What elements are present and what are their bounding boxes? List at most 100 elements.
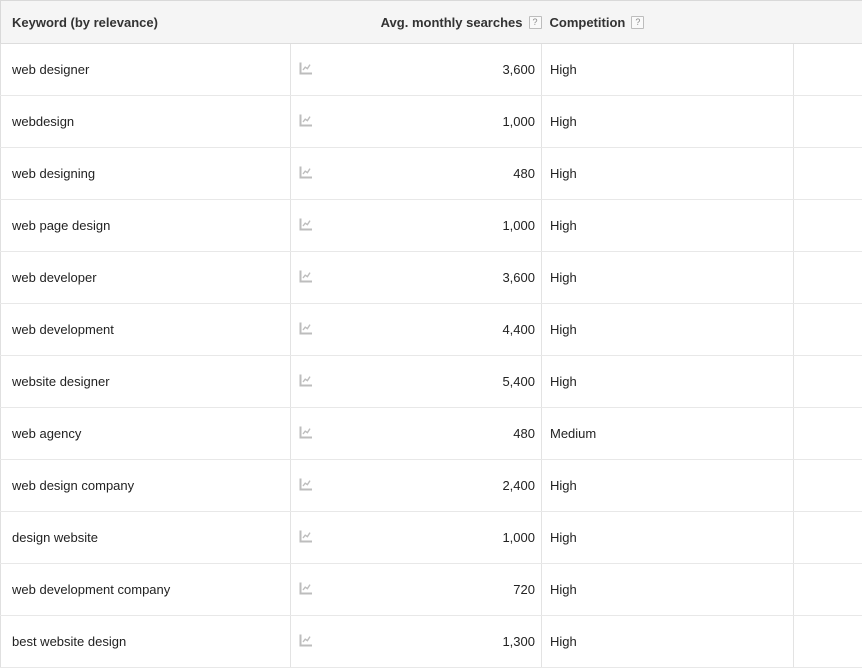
line-chart-icon[interactable] [299,582,313,595]
table-row[interactable]: web development company 720 High [0,563,862,616]
cell-actions[interactable] [793,563,862,616]
cell-actions[interactable] [793,615,862,668]
cell-trend [290,43,323,96]
table-row[interactable]: web design company 2,400 High [0,459,862,512]
competition-value: High [550,114,577,129]
cell-trend [290,615,323,668]
help-icon-competition[interactable]: ? [631,15,645,29]
cell-competition: High [541,615,794,668]
table-row[interactable]: web page design 1,000 High [0,199,862,252]
line-chart-icon[interactable] [299,62,313,75]
keyword-text: web development company [12,582,171,597]
cell-keyword[interactable]: web agency [0,407,291,460]
line-chart-icon[interactable] [299,114,313,127]
cell-keyword[interactable]: web development [0,303,291,356]
table-row[interactable]: best website design 1,300 High [0,615,862,668]
cell-competition: High [541,303,794,356]
competition-value: High [550,634,577,649]
cell-keyword[interactable]: webdesign [0,95,291,148]
cell-actions[interactable] [793,407,862,460]
cell-competition: High [541,355,794,408]
keyword-text: web developer [12,270,97,285]
avg-monthly-searches-value: 480 [513,426,535,441]
line-chart-icon[interactable] [299,270,313,283]
line-chart-icon[interactable] [299,374,313,387]
competition-value: Medium [550,426,597,441]
cell-trend [290,355,323,408]
competition-value: High [550,62,577,77]
column-header-competition[interactable]: Competition ? [541,0,794,44]
cell-actions[interactable] [793,511,862,564]
cell-actions[interactable] [793,199,862,252]
table-row[interactable]: design website 1,000 High [0,511,862,564]
table-row[interactable]: website designer 5,400 High [0,355,862,408]
avg-monthly-searches-value: 4,400 [502,322,535,337]
cell-avg-monthly-searches: 1,000 [322,95,542,148]
keyword-text: web designer [12,62,90,77]
cell-avg-monthly-searches: 1,000 [322,511,542,564]
cell-avg-monthly-searches: 3,600 [322,43,542,96]
column-header-avg-monthly-searches-label: Avg. monthly searches [380,14,523,30]
cell-competition: High [541,251,794,304]
table-header-row: Keyword (by relevance) Avg. monthly sear… [0,0,862,44]
cell-keyword[interactable]: web development company [0,563,291,616]
cell-keyword[interactable]: website designer [0,355,291,408]
competition-value: High [550,374,577,389]
table-row[interactable]: web developer 3,600 High [0,251,862,304]
keyword-text: web page design [12,218,111,233]
line-chart-icon[interactable] [299,322,313,335]
cell-keyword[interactable]: web developer [0,251,291,304]
cell-trend [290,459,323,512]
line-chart-icon[interactable] [299,530,313,543]
keyword-text: webdesign [12,114,75,129]
avg-monthly-searches-value: 3,600 [502,270,535,285]
cell-actions[interactable] [793,251,862,304]
avg-monthly-searches-value: 720 [513,582,535,597]
cell-competition: High [541,563,794,616]
cell-trend [290,251,323,304]
cell-trend [290,303,323,356]
line-chart-icon[interactable] [299,478,313,491]
avg-monthly-searches-value: 1,300 [502,634,535,649]
avg-monthly-searches-value: 1,000 [502,114,535,129]
cell-keyword[interactable]: best website design [0,615,291,668]
competition-value: High [550,322,577,337]
line-chart-icon[interactable] [299,426,313,439]
table-row[interactable]: web designer 3,600 High [0,43,862,96]
cell-avg-monthly-searches: 480 [322,407,542,460]
cell-keyword[interactable]: design website [0,511,291,564]
cell-keyword[interactable]: web page design [0,199,291,252]
table-row[interactable]: web development 4,400 High [0,303,862,356]
line-chart-icon[interactable] [299,634,313,647]
column-header-keyword[interactable]: Keyword (by relevance) [0,0,291,44]
column-header-avg-monthly-searches[interactable]: Avg. monthly searches ? [322,0,542,44]
cell-keyword[interactable]: web designing [0,147,291,200]
cell-keyword[interactable]: web designer [0,43,291,96]
line-chart-icon[interactable] [299,218,313,231]
table-row[interactable]: web agency 480 Medium [0,407,862,460]
table-row[interactable]: web designing 480 High [0,147,862,200]
keyword-text: best website design [12,634,127,649]
cell-actions[interactable] [793,95,862,148]
line-chart-icon[interactable] [299,166,313,179]
competition-value: High [550,582,577,597]
cell-avg-monthly-searches: 4,400 [322,303,542,356]
cell-avg-monthly-searches: 1,000 [322,199,542,252]
cell-actions[interactable] [793,43,862,96]
cell-actions[interactable] [793,147,862,200]
cell-actions[interactable] [793,459,862,512]
cell-competition: High [541,511,794,564]
cell-actions[interactable] [793,355,862,408]
cell-actions[interactable] [793,303,862,356]
cell-trend [290,147,323,200]
cell-competition: Medium [541,407,794,460]
avg-monthly-searches-value: 1,000 [502,530,535,545]
cell-keyword[interactable]: web design company [0,459,291,512]
column-header-keyword-label: Keyword (by relevance) [12,14,158,30]
table-row[interactable]: webdesign 1,000 High [0,95,862,148]
column-header-actions [793,0,862,44]
help-icon-avg-monthly-searches[interactable]: ? [528,15,542,29]
cell-trend [290,199,323,252]
table-body: web designer 3,600 High webdesign 1,000 … [0,43,862,668]
cell-competition: High [541,147,794,200]
